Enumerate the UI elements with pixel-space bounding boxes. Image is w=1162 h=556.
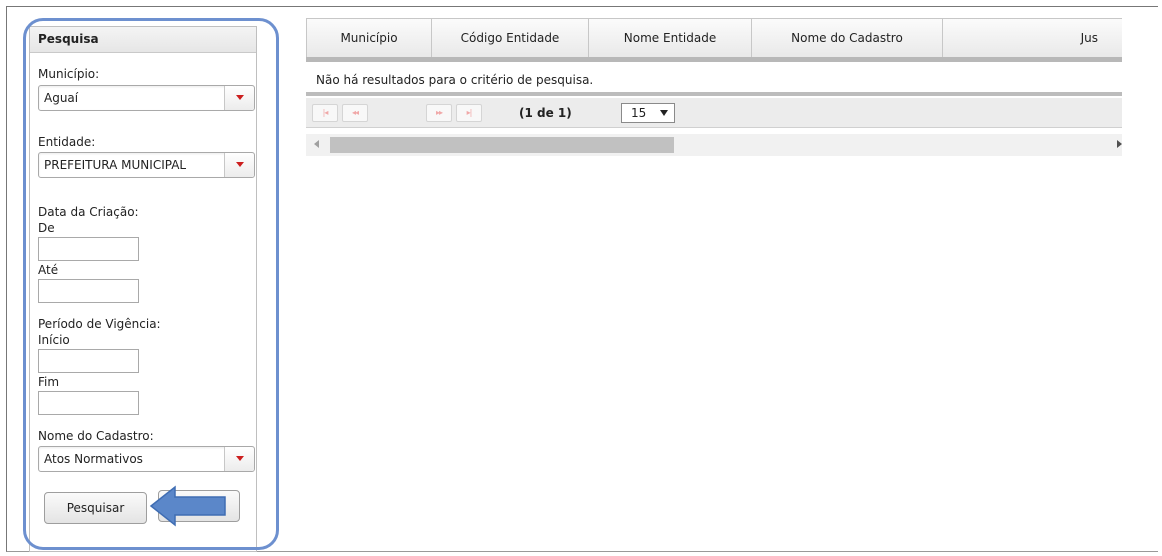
- column-header-nome-entidade[interactable]: Nome Entidade: [589, 19, 752, 57]
- nome-cadastro-label: Nome do Cadastro:: [38, 429, 154, 443]
- dropdown-arrow-icon: [660, 110, 668, 116]
- column-header-justificativa[interactable]: Jus: [943, 19, 1122, 57]
- dropdown-arrow-icon: [236, 95, 244, 100]
- scroll-left-icon[interactable]: [314, 140, 319, 148]
- dropdown-arrow-icon: [236, 456, 244, 461]
- next-page-button[interactable]: ▸▸: [426, 104, 452, 122]
- table-header: Município Código Entidade Nome Entidade …: [306, 18, 1122, 62]
- periodo-inicio-input[interactable]: [38, 349, 139, 373]
- rows-per-page-value: 15: [631, 106, 647, 120]
- column-header-municipio[interactable]: Município: [306, 19, 432, 57]
- prev-page-button[interactable]: ◂◂: [342, 104, 368, 122]
- first-page-button[interactable]: |◂: [312, 104, 338, 122]
- empty-results-message: Não há resultados para o critério de pes…: [316, 73, 594, 87]
- page-info: (1 de 1): [519, 106, 572, 120]
- column-header-nome-cadastro[interactable]: Nome do Cadastro: [752, 19, 943, 57]
- nome-cadastro-select[interactable]: Atos Normativos: [38, 446, 255, 472]
- search-button[interactable]: Pesquisar: [44, 492, 147, 524]
- periodo-vigencia-label: Período de Vigência:: [38, 317, 161, 331]
- search-panel-title: Pesquisa: [30, 27, 256, 53]
- periodo-fim-input[interactable]: [38, 391, 139, 415]
- rows-per-page-select[interactable]: 15: [621, 103, 675, 123]
- municipio-select[interactable]: Aguaí: [38, 85, 255, 111]
- municipio-dropdown-button[interactable]: [224, 86, 254, 110]
- data-criacao-de-input[interactable]: [38, 237, 139, 261]
- dropdown-arrow-icon: [236, 162, 244, 167]
- entidade-select[interactable]: PREFEITURA MUNICIPAL: [38, 152, 255, 178]
- callout-arrow-icon: [149, 485, 226, 527]
- last-page-button[interactable]: ▸|: [456, 104, 482, 122]
- nome-cadastro-selected-value: Atos Normativos: [44, 452, 143, 466]
- entidade-selected-value: PREFEITURA MUNICIPAL: [44, 158, 187, 172]
- periodo-inicio-label: Início: [38, 333, 70, 347]
- column-header-codigo-entidade[interactable]: Código Entidade: [432, 19, 589, 57]
- entidade-label: Entidade:: [38, 135, 96, 149]
- paginator: |◂ ◂◂ ▸▸ ▸| (1 de 1) 15: [306, 98, 1122, 128]
- horizontal-scrollbar[interactable]: [306, 134, 1122, 156]
- search-panel: Pesquisa Município: Aguaí Entidade: PREF…: [29, 26, 257, 552]
- data-criacao-ate-input[interactable]: [38, 279, 139, 303]
- scrollbar-thumb[interactable]: [330, 137, 674, 153]
- table-separator: [306, 92, 1122, 96]
- scroll-right-icon[interactable]: [1117, 140, 1122, 148]
- periodo-fim-label: Fim: [38, 375, 60, 389]
- results-table: Município Código Entidade Nome Entidade …: [306, 18, 1122, 158]
- entidade-dropdown-button[interactable]: [224, 153, 254, 177]
- municipio-selected-value: Aguaí: [44, 91, 79, 105]
- municipio-label: Município:: [38, 67, 100, 81]
- data-criacao-ate-label: Até: [38, 263, 59, 277]
- nome-cadastro-dropdown-button[interactable]: [224, 447, 254, 471]
- data-criacao-label: Data da Criação:: [38, 205, 139, 219]
- data-criacao-de-label: De: [38, 221, 55, 235]
